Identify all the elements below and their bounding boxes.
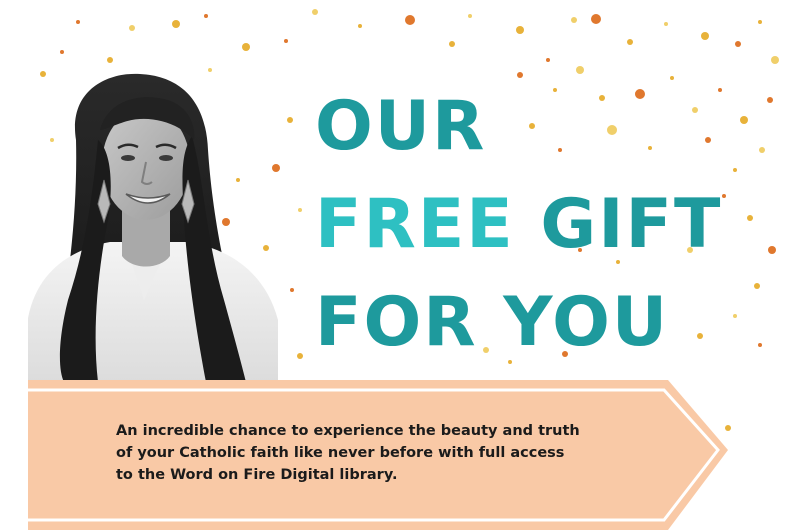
banner-description: An incredible chance to experience the b…	[116, 423, 580, 483]
headline-line-3: FOR YOU	[315, 283, 670, 362]
woman-portrait-photo	[28, 73, 278, 382]
headline-word-free: FREE	[315, 185, 515, 264]
headline-line-1: OUR	[315, 87, 487, 166]
headline-line-2: FREE GIFT	[315, 176, 722, 274]
portrait-figure	[28, 73, 278, 382]
promo-banner: OUR FREE GIFT FOR YOU An incredible chan…	[0, 0, 785, 531]
headline: OUR FREE GIFT FOR YOU	[315, 78, 722, 372]
headline-word-gift: GIFT	[540, 185, 723, 264]
